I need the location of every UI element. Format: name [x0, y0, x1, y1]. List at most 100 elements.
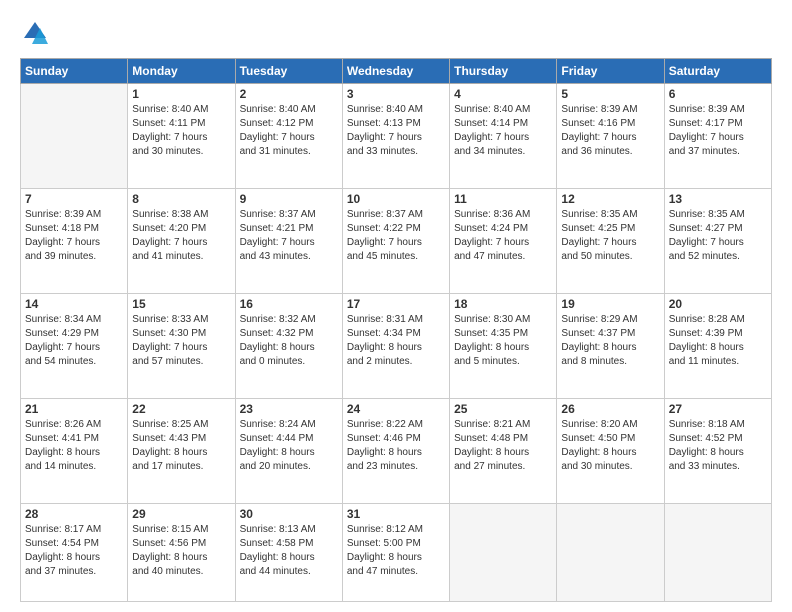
day-number: 18: [454, 297, 552, 311]
day-header-thursday: Thursday: [450, 59, 557, 84]
calendar-cell: 21 Sunrise: 8:26 AM Sunset: 4:41 PM Dayli…: [21, 399, 128, 504]
calendar-cell: [557, 504, 664, 602]
cell-content: Sunrise: 8:35 AM Sunset: 4:27 PM Dayligh…: [669, 208, 767, 264]
day-number: 13: [669, 192, 767, 206]
cell-content: Sunrise: 8:20 AM Sunset: 4:50 PM Dayligh…: [561, 418, 659, 474]
day-number: 23: [240, 402, 338, 416]
logo: [20, 18, 54, 48]
day-number: 10: [347, 192, 445, 206]
cell-content: Sunrise: 8:24 AM Sunset: 4:44 PM Dayligh…: [240, 418, 338, 474]
day-number: 8: [132, 192, 230, 206]
calendar-cell: 5 Sunrise: 8:39 AM Sunset: 4:16 PM Daylig…: [557, 84, 664, 189]
calendar-week-row: 1Sunrise: 8:40 AM Sunset: 4:11 PM Daylig…: [21, 84, 772, 189]
calendar-cell: 19 Sunrise: 8:29 AM Sunset: 4:37 PM Dayli…: [557, 294, 664, 399]
cell-content: Sunrise: 8:29 AM Sunset: 4:37 PM Dayligh…: [561, 313, 659, 369]
cell-content: Sunrise: 8:40 AM Sunset: 4:13 PM Dayligh…: [347, 103, 445, 159]
day-number: 27: [669, 402, 767, 416]
cell-content: Sunrise: 8:39 AM Sunset: 4:18 PM Dayligh…: [25, 208, 123, 264]
calendar-cell: 28Sunrise: 8:17 AM Sunset: 4:54 PM Dayli…: [21, 504, 128, 602]
cell-content: Sunrise: 8:32 AM Sunset: 4:32 PM Dayligh…: [240, 313, 338, 369]
cell-content: Sunrise: 8:36 AM Sunset: 4:24 PM Dayligh…: [454, 208, 552, 264]
day-number: 5: [561, 87, 659, 101]
calendar-cell: 8 Sunrise: 8:38 AM Sunset: 4:20 PM Daylig…: [128, 189, 235, 294]
calendar-cell: 9 Sunrise: 8:37 AM Sunset: 4:21 PM Daylig…: [235, 189, 342, 294]
day-number: 28: [25, 507, 123, 521]
day-number: 6: [669, 87, 767, 101]
day-number: 30: [240, 507, 338, 521]
day-number: 2: [240, 87, 338, 101]
calendar-cell: 15Sunrise: 8:33 AM Sunset: 4:30 PM Dayli…: [128, 294, 235, 399]
day-number: 26: [561, 402, 659, 416]
cell-content: Sunrise: 8:21 AM Sunset: 4:48 PM Dayligh…: [454, 418, 552, 474]
day-number: 21: [25, 402, 123, 416]
calendar-cell: 14 Sunrise: 8:34 AM Sunset: 4:29 PM Dayli…: [21, 294, 128, 399]
cell-content: Sunrise: 8:25 AM Sunset: 4:43 PM Dayligh…: [132, 418, 230, 474]
calendar-cell: 12 Sunrise: 8:35 AM Sunset: 4:25 PM Dayli…: [557, 189, 664, 294]
day-number: 25: [454, 402, 552, 416]
cell-content: Sunrise: 8:39 AM Sunset: 4:16 PM Dayligh…: [561, 103, 659, 159]
calendar-cell: [450, 504, 557, 602]
calendar-cell: 20 Sunrise: 8:28 AM Sunset: 4:39 PM Dayli…: [664, 294, 771, 399]
day-header-monday: Monday: [128, 59, 235, 84]
calendar-cell: [21, 84, 128, 189]
day-number: 14: [25, 297, 123, 311]
calendar-cell: 24 Sunrise: 8:22 AM Sunset: 4:46 PM Dayli…: [342, 399, 449, 504]
day-number: 15: [132, 297, 230, 311]
day-number: 19: [561, 297, 659, 311]
cell-content: Sunrise: 8:40 AM Sunset: 4:11 PM Dayligh…: [132, 103, 230, 159]
cell-content: Sunrise: 8:40 AM Sunset: 4:14 PM Dayligh…: [454, 103, 552, 159]
day-number: 22: [132, 402, 230, 416]
cell-content: Sunrise: 8:31 AM Sunset: 4:34 PM Dayligh…: [347, 313, 445, 369]
calendar-cell: 11 Sunrise: 8:36 AM Sunset: 4:24 PM Dayli…: [450, 189, 557, 294]
calendar-cell: 13 Sunrise: 8:35 AM Sunset: 4:27 PM Dayli…: [664, 189, 771, 294]
logo-icon: [20, 18, 50, 48]
cell-content: Sunrise: 8:37 AM Sunset: 4:22 PM Dayligh…: [347, 208, 445, 264]
cell-content: Sunrise: 8:22 AM Sunset: 4:46 PM Dayligh…: [347, 418, 445, 474]
cell-content: Sunrise: 8:26 AM Sunset: 4:41 PM Dayligh…: [25, 418, 123, 474]
cell-content: Sunrise: 8:40 AM Sunset: 4:12 PM Dayligh…: [240, 103, 338, 159]
day-number: 4: [454, 87, 552, 101]
calendar-header-row: SundayMondayTuesdayWednesdayThursdayFrid…: [21, 59, 772, 84]
calendar-week-row: 7 Sunrise: 8:39 AM Sunset: 4:18 PM Daylig…: [21, 189, 772, 294]
calendar-cell: 1Sunrise: 8:40 AM Sunset: 4:11 PM Daylig…: [128, 84, 235, 189]
calendar-cell: 6 Sunrise: 8:39 AM Sunset: 4:17 PM Daylig…: [664, 84, 771, 189]
cell-content: Sunrise: 8:35 AM Sunset: 4:25 PM Dayligh…: [561, 208, 659, 264]
calendar-cell: 2 Sunrise: 8:40 AM Sunset: 4:12 PM Daylig…: [235, 84, 342, 189]
calendar-cell: 22 Sunrise: 8:25 AM Sunset: 4:43 PM Dayli…: [128, 399, 235, 504]
day-number: 31: [347, 507, 445, 521]
calendar-week-row: 14 Sunrise: 8:34 AM Sunset: 4:29 PM Dayli…: [21, 294, 772, 399]
calendar-cell: 4 Sunrise: 8:40 AM Sunset: 4:14 PM Daylig…: [450, 84, 557, 189]
calendar-cell: 7 Sunrise: 8:39 AM Sunset: 4:18 PM Daylig…: [21, 189, 128, 294]
header: [20, 18, 772, 48]
calendar-cell: 30Sunrise: 8:13 AM Sunset: 4:58 PM Dayli…: [235, 504, 342, 602]
day-number: 12: [561, 192, 659, 206]
calendar-week-row: 21 Sunrise: 8:26 AM Sunset: 4:41 PM Dayli…: [21, 399, 772, 504]
day-number: 3: [347, 87, 445, 101]
day-number: 11: [454, 192, 552, 206]
cell-content: Sunrise: 8:37 AM Sunset: 4:21 PM Dayligh…: [240, 208, 338, 264]
calendar-cell: 18Sunrise: 8:30 AM Sunset: 4:35 PM Dayli…: [450, 294, 557, 399]
cell-content: Sunrise: 8:28 AM Sunset: 4:39 PM Dayligh…: [669, 313, 767, 369]
day-number: 7: [25, 192, 123, 206]
calendar-cell: 10 Sunrise: 8:37 AM Sunset: 4:22 PM Dayli…: [342, 189, 449, 294]
day-number: 24: [347, 402, 445, 416]
calendar-cell: 17 Sunrise: 8:31 AM Sunset: 4:34 PM Dayli…: [342, 294, 449, 399]
day-number: 9: [240, 192, 338, 206]
calendar-cell: 23 Sunrise: 8:24 AM Sunset: 4:44 PM Dayli…: [235, 399, 342, 504]
day-header-tuesday: Tuesday: [235, 59, 342, 84]
calendar-cell: 25 Sunrise: 8:21 AM Sunset: 4:48 PM Dayli…: [450, 399, 557, 504]
day-number: 20: [669, 297, 767, 311]
cell-content: Sunrise: 8:38 AM Sunset: 4:20 PM Dayligh…: [132, 208, 230, 264]
calendar-cell: [664, 504, 771, 602]
day-number: 16: [240, 297, 338, 311]
calendar-week-row: 28Sunrise: 8:17 AM Sunset: 4:54 PM Dayli…: [21, 504, 772, 602]
cell-content: Sunrise: 8:39 AM Sunset: 4:17 PM Dayligh…: [669, 103, 767, 159]
calendar-cell: 16 Sunrise: 8:32 AM Sunset: 4:32 PM Dayli…: [235, 294, 342, 399]
day-number: 17: [347, 297, 445, 311]
cell-content: Sunrise: 8:34 AM Sunset: 4:29 PM Dayligh…: [25, 313, 123, 369]
calendar-cell: 29Sunrise: 8:15 AM Sunset: 4:56 PM Dayli…: [128, 504, 235, 602]
calendar-cell: 27Sunrise: 8:18 AM Sunset: 4:52 PM Dayli…: [664, 399, 771, 504]
page: SundayMondayTuesdayWednesdayThursdayFrid…: [0, 0, 792, 612]
day-header-friday: Friday: [557, 59, 664, 84]
day-header-sunday: Sunday: [21, 59, 128, 84]
